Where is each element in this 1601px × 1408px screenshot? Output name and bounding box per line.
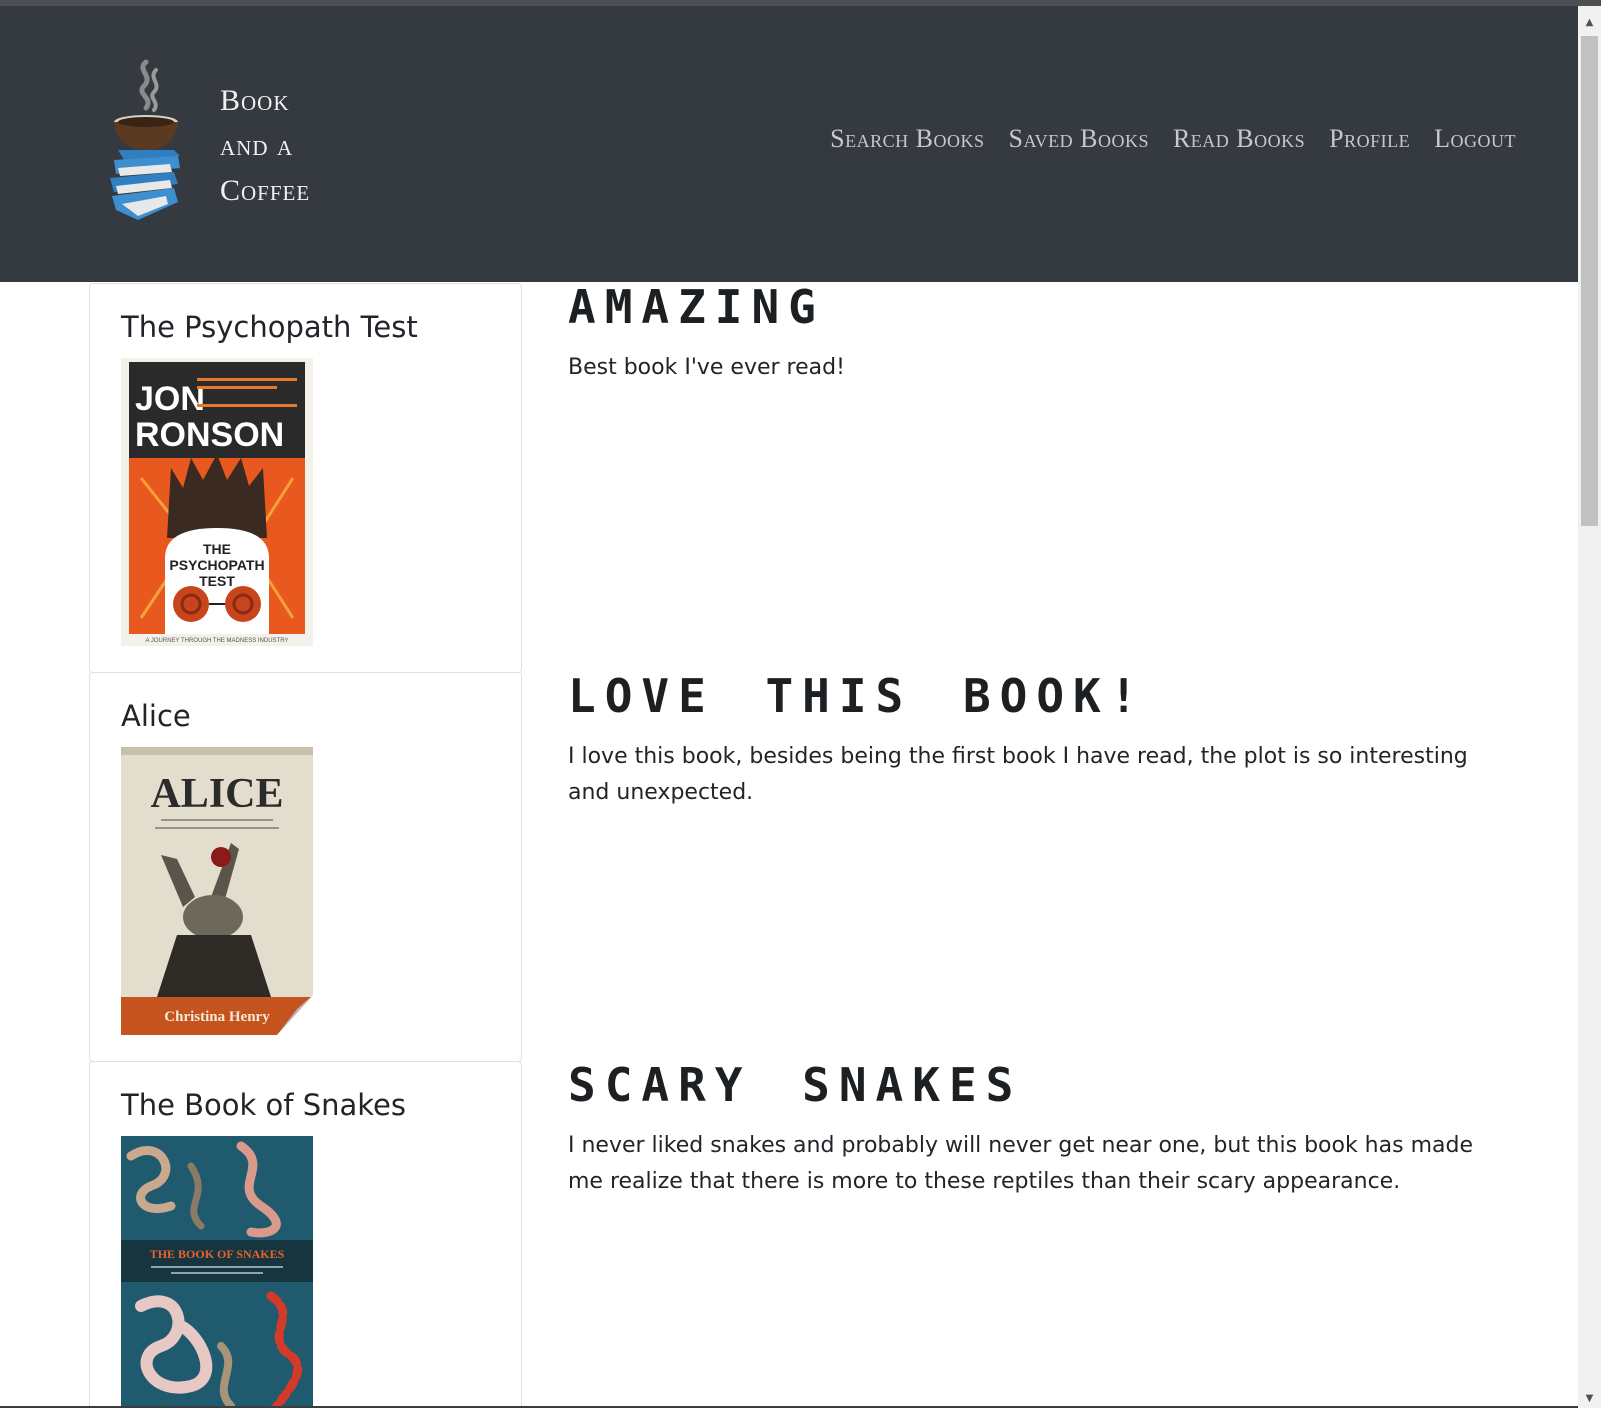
nav-read-books[interactable]: Read Books <box>1173 124 1305 154</box>
nav-logout[interactable]: Logout <box>1434 124 1516 154</box>
book-title: The Psychopath Test <box>121 310 418 344</box>
cover-title-line1: THE <box>203 541 231 557</box>
book-cover-image: ALICE Christina Henry <box>121 747 313 1035</box>
coffee-books-logo-icon <box>110 59 180 220</box>
review-title: SCARY SNAKES <box>568 1058 1023 1112</box>
nav-links: Search Books Saved Books Read Books Prof… <box>806 124 1516 154</box>
book-title: The Book of Snakes <box>121 1088 406 1122</box>
vertical-scrollbar[interactable]: ▲ ▼ <box>1578 6 1601 1408</box>
review-text: Best book I've ever read! <box>568 355 845 380</box>
navbar: Book and a Coffee Search Books Saved Boo… <box>0 6 1578 282</box>
cover-title-line2: PSYCHOPATH <box>169 557 264 573</box>
book-card: The Book of Snakes THE BOOK OF SNAKES <box>89 1061 522 1408</box>
scroll-up-arrow-icon[interactable]: ▲ <box>1578 14 1601 32</box>
cover-title: ALICE <box>150 771 283 817</box>
book-card: Alice ALICE Christina Henry <box>89 672 522 1062</box>
brand-line-3: Coffee <box>220 174 311 207</box>
review-text: I never liked snakes and probably will n… <box>568 1133 1473 1194</box>
review-text: I love this book, besides being the firs… <box>568 744 1468 805</box>
scroll-down-arrow-icon[interactable]: ▼ <box>1578 1390 1601 1408</box>
cover-title-line3: TEST <box>199 573 235 589</box>
cover-title: THE BOOK OF SNAKES <box>150 1247 285 1261</box>
book-card: The Psychopath Test JON RONSON THE PSYCH… <box>89 283 522 673</box>
brand[interactable]: Book and a Coffee <box>108 56 310 222</box>
scrollbar-thumb[interactable] <box>1581 36 1598 526</box>
nav-profile[interactable]: Profile <box>1329 124 1410 154</box>
brand-line-2: and a <box>220 129 294 162</box>
page: Book and a Coffee Search Books Saved Boo… <box>0 6 1578 1408</box>
nav-search-books[interactable]: Search Books <box>830 124 984 154</box>
book-cover-image: JON RONSON THE PSYCHOPATH TEST A JOURNEY… <box>121 358 313 646</box>
brand-name: Book and a Coffee <box>220 78 310 213</box>
cover-tagline: A JOURNEY THROUGH THE MADNESS INDUSTRY <box>146 638 289 644</box>
cover-author: Christina Henry <box>164 1009 270 1025</box>
cover-author-line1: JON <box>135 380 205 418</box>
review-title: LOVE THIS BOOK! <box>568 669 1147 723</box>
review-title: AMAZING <box>568 280 825 334</box>
cover-author-line2: RONSON <box>135 416 284 454</box>
book-title: Alice <box>121 699 191 733</box>
nav-saved-books[interactable]: Saved Books <box>1008 124 1148 154</box>
brand-line-1: Book <box>220 84 290 117</box>
book-cover-image: THE BOOK OF SNAKES <box>121 1136 313 1408</box>
